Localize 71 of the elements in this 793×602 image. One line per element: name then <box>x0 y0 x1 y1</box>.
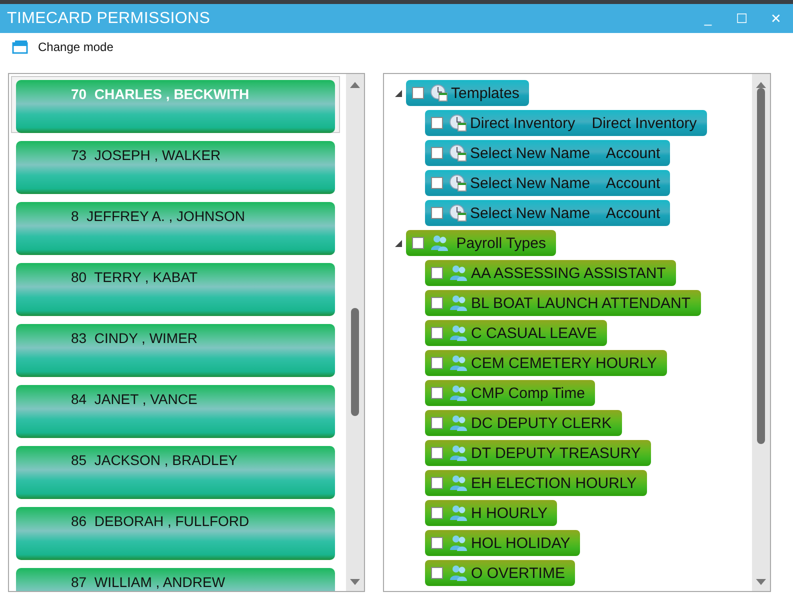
clock-document-icon <box>430 84 448 102</box>
tree-node[interactable]: Direct Inventory Direct Inventory <box>425 110 707 136</box>
tree-node[interactable]: CEM CEMETERY HOURLY <box>425 350 667 376</box>
users-icon <box>449 534 468 552</box>
users-icon <box>449 264 468 282</box>
scrollbar[interactable] <box>752 74 770 591</box>
checkbox[interactable] <box>431 537 444 549</box>
tree-node[interactable]: Templates <box>406 80 530 106</box>
employee-card[interactable]: 80 TERRY , KABAT <box>16 263 336 316</box>
users-icon <box>449 474 468 492</box>
checkbox[interactable] <box>431 327 444 339</box>
users-icon <box>449 324 468 342</box>
tree-node[interactable]: BL BOAT LAUNCH ATTENDANT <box>425 290 701 316</box>
tree-node[interactable]: Select New Name Account <box>425 140 670 166</box>
employee-card[interactable]: 87 WILLIAM , ANDREW <box>16 568 336 591</box>
users-icon <box>449 564 468 582</box>
tree-node[interactable]: H HOURLY <box>425 500 558 526</box>
checkbox[interactable] <box>431 507 444 519</box>
employee-card[interactable]: 8 JEFFREY A. , JOHNSON <box>16 202 336 255</box>
checkbox[interactable] <box>431 117 444 129</box>
checkbox[interactable] <box>431 207 444 219</box>
checkbox[interactable] <box>431 477 444 489</box>
scroll-up-icon[interactable] <box>350 82 360 88</box>
employee-card[interactable]: 86 DEBORAH , FULLFORD <box>16 507 336 560</box>
window-title: TIMECARD PERMISSIONS <box>6 10 212 28</box>
checkbox[interactable] <box>431 147 444 159</box>
checkbox[interactable] <box>431 387 444 399</box>
users-icon <box>449 414 468 432</box>
employee-card[interactable]: 85 JACKSON , BRADLEY <box>16 446 336 499</box>
scroll-down-icon[interactable] <box>350 579 360 585</box>
tree-node[interactable]: HOL HOLIDAY <box>425 530 580 556</box>
users-icon <box>449 444 468 462</box>
users-icon <box>449 384 468 402</box>
tree-node[interactable]: Select New Name Account <box>425 170 670 196</box>
collapse-icon[interactable] <box>394 240 402 246</box>
checkbox[interactable] <box>412 87 424 99</box>
scrollbar-thumb[interactable] <box>351 308 360 416</box>
users-icon <box>430 234 450 252</box>
tree-node[interactable]: EH ELECTION HOURLY <box>425 470 647 496</box>
clock-document-icon <box>449 114 468 132</box>
checkbox[interactable] <box>431 267 444 279</box>
clock-document-icon <box>449 144 468 162</box>
users-icon <box>449 504 468 522</box>
window-icon <box>12 40 28 54</box>
tree-node[interactable]: O OVERTIME <box>425 560 575 586</box>
clock-document-icon <box>449 174 468 192</box>
checkbox[interactable] <box>431 177 444 189</box>
change-mode-button[interactable]: Change mode <box>38 40 114 54</box>
tree-node[interactable]: C CASUAL LEAVE <box>425 320 607 346</box>
checkbox[interactable] <box>431 297 444 309</box>
employee-card[interactable]: 73 JOSEPH , WALKER <box>16 141 336 194</box>
users-icon <box>449 294 468 312</box>
scrollbar[interactable] <box>346 74 364 591</box>
scrollbar-thumb[interactable] <box>757 88 765 444</box>
users-icon <box>449 354 468 372</box>
employee-card[interactable]: 84 JANET , VANCE <box>16 385 336 438</box>
tree-node[interactable]: CMP Comp Time <box>425 380 595 406</box>
tree-node[interactable]: Payroll Types <box>406 230 556 256</box>
employee-card[interactable]: 83 CINDY , WIMER <box>16 324 336 377</box>
clock-document-icon <box>449 204 468 222</box>
tree-node[interactable]: AA ASSESSING ASSISTANT <box>425 260 676 286</box>
checkbox[interactable] <box>431 567 444 579</box>
tree-node[interactable]: DC DEPUTY CLERK <box>425 410 622 436</box>
scroll-down-icon[interactable] <box>756 579 766 585</box>
checkbox[interactable] <box>431 357 444 369</box>
collapse-icon[interactable] <box>394 90 402 96</box>
checkbox[interactable] <box>412 237 424 249</box>
checkbox[interactable] <box>431 447 444 459</box>
tree-node[interactable]: Select New Name Account <box>425 200 670 226</box>
checkbox[interactable] <box>431 417 444 429</box>
tree-node[interactable]: DT DEPUTY TREASURY <box>425 440 651 466</box>
